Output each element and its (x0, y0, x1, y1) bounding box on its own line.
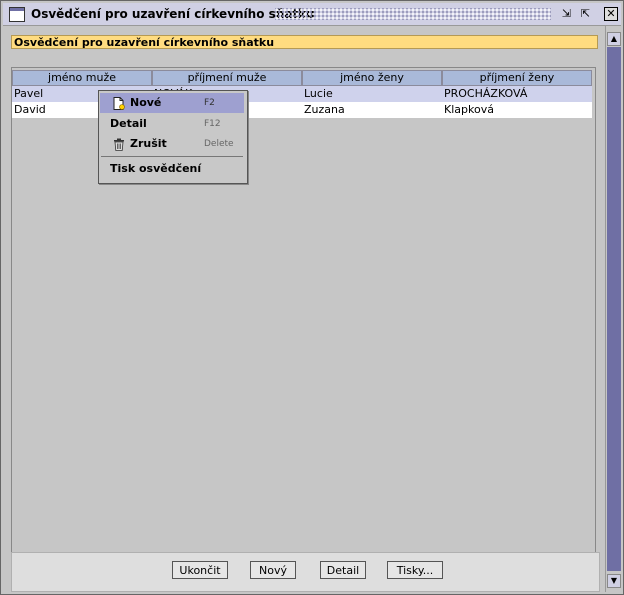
window-title: Osvědčení pro uzavření církevního sňatku (31, 7, 315, 21)
vertical-scrollbar[interactable]: ▲ ▼ (605, 26, 622, 592)
window-icon (9, 7, 25, 22)
menu-item-zrusit[interactable]: Zrušit Delete (100, 134, 244, 154)
scroll-down-icon[interactable]: ▼ (607, 574, 621, 588)
title-bar-grip (275, 8, 551, 20)
cell-jmeno-zeny: Zuzana (304, 103, 345, 116)
column-header-prijmeni-muze[interactable]: příjmení muže (152, 70, 302, 86)
tisky-button[interactable]: Tisky... (387, 561, 443, 579)
trash-icon (113, 138, 125, 151)
column-header-jmeno-zeny[interactable]: jméno ženy (302, 70, 442, 86)
cell-jmeno-zeny: Lucie (304, 87, 333, 100)
novy-button[interactable]: Nový (250, 561, 296, 579)
button-bar: Ukončit Nový Detail Tisky... (11, 552, 600, 592)
menu-item-accelerator: Delete (204, 139, 234, 149)
menu-item-nove[interactable]: Nové F2 (100, 93, 244, 113)
section-header: Osvědčení pro uzavření církevního sňatku (11, 35, 598, 49)
cell-prijmeni-zeny: PROCHÁZKOVÁ (444, 87, 528, 100)
close-icon[interactable]: ✕ (604, 7, 618, 21)
content-pane: Osvědčení pro uzavření církevního sňatku… (4, 26, 604, 592)
table-header: jméno muže příjmení muže jméno ženy příj… (12, 70, 592, 86)
internal-frame: Osvědčení pro uzavření církevního sňatku… (0, 0, 624, 595)
new-document-icon (113, 97, 125, 110)
menu-item-detail[interactable]: Detail F12 (100, 114, 244, 134)
context-menu: Nové F2 Detail F12 Zrušit Delete Tisk os… (98, 90, 248, 184)
column-header-jmeno-muze[interactable]: jméno muže (12, 70, 152, 86)
detail-button[interactable]: Detail (320, 561, 366, 579)
restore-icon[interactable]: ⇲ (560, 7, 573, 20)
menu-item-accelerator: F12 (204, 119, 221, 129)
maximize-icon[interactable]: ⇱ (579, 7, 592, 20)
column-header-prijmeni-zeny[interactable]: příjmení ženy (442, 70, 592, 86)
menu-item-tisk-osvedceni[interactable]: Tisk osvědčení (100, 159, 244, 179)
menu-item-label: Zrušit (130, 137, 167, 150)
menu-item-label: Tisk osvědčení (110, 162, 202, 175)
scroll-up-icon[interactable]: ▲ (607, 32, 621, 46)
scroll-thumb[interactable] (607, 47, 621, 571)
menu-item-accelerator: F2 (204, 98, 215, 108)
title-bar[interactable]: Osvědčení pro uzavření církevního sňatku… (3, 3, 621, 26)
menu-separator (101, 156, 243, 157)
menu-item-label: Nové (130, 96, 162, 109)
cell-prijmeni-zeny: Klapková (444, 103, 494, 116)
menu-item-label: Detail (110, 117, 147, 130)
ukoncit-button[interactable]: Ukončit (172, 561, 228, 579)
